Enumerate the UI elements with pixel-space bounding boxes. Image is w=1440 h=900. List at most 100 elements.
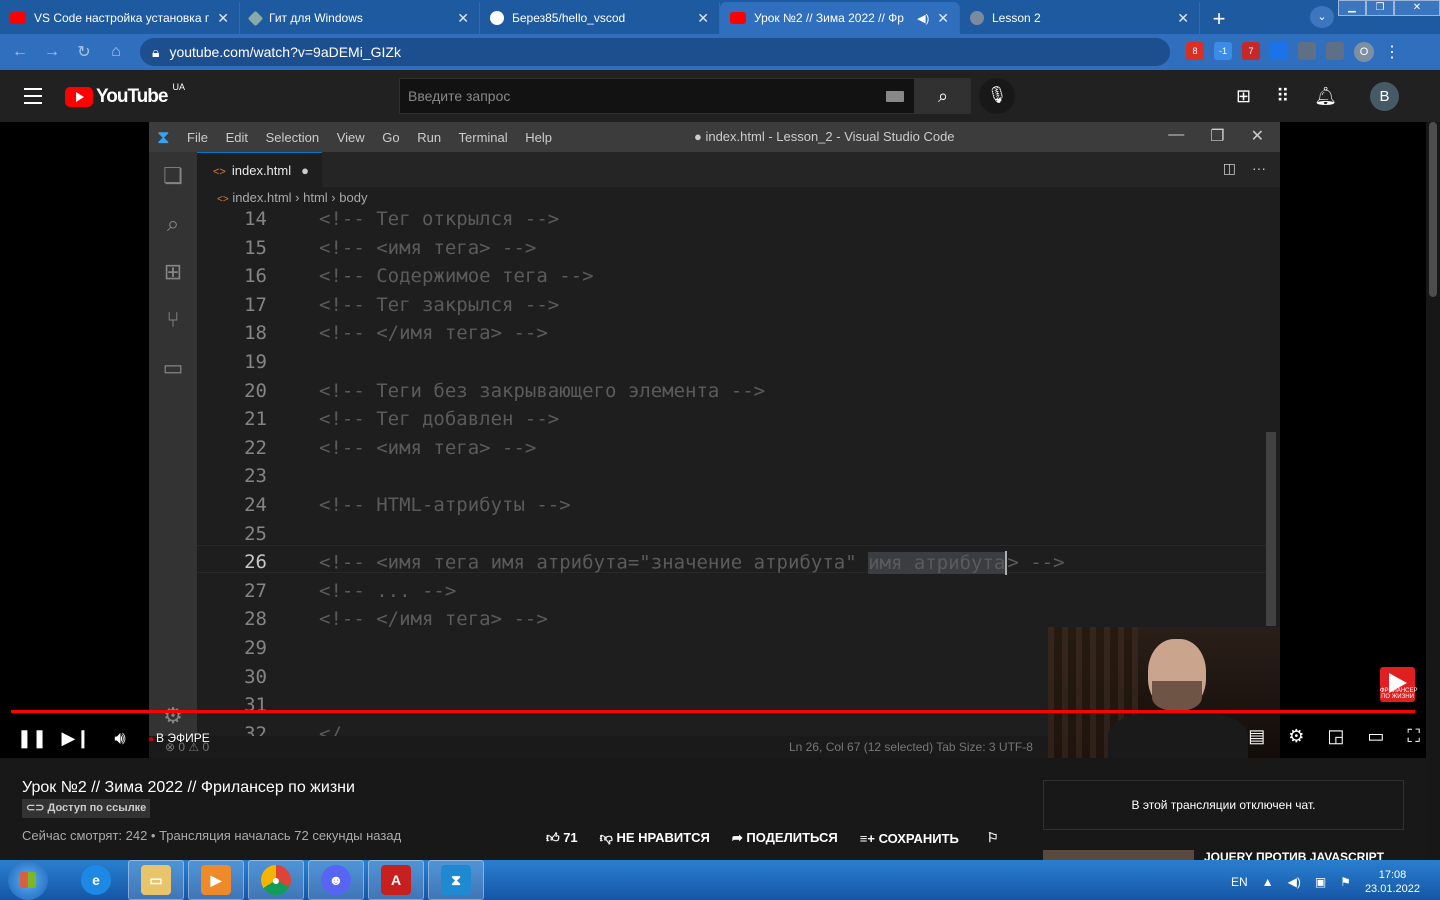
video-player[interactable]: ⧗ File Edit Selection View Go Run Termin…: [0, 122, 1426, 758]
code-line: <!-- <имя тега> -->: [319, 436, 537, 459]
save-button[interactable]: ≡+ СОХРАНИТЬ: [860, 831, 959, 846]
line-number: 23: [244, 465, 267, 488]
window-controls: ▁ ❐ ✕: [1338, 0, 1440, 16]
new-tab-button[interactable]: +: [1204, 4, 1234, 34]
lock-icon[interactable]: 🔒︎: [152, 44, 159, 61]
internet-explorer-icon: e: [81, 865, 111, 895]
progress-bar[interactable]: [11, 710, 1415, 713]
share-button[interactable]: ➦ ПОДЕЛИТЬСЯ: [732, 830, 838, 846]
minimize-icon[interactable]: ▁: [1338, 0, 1366, 16]
vscode-icon: ⧗: [441, 865, 471, 895]
close-tab-icon[interactable]: ✕: [937, 10, 949, 27]
close-tab-icon[interactable]: ✕: [697, 10, 709, 27]
browser-tab[interactable]: Берез85/hello_vscod ✕: [480, 2, 720, 34]
reload-icon[interactable]: ↻: [74, 42, 94, 62]
taskbar-media[interactable]: ▶: [188, 860, 244, 900]
system-tray: EN ▲ ◀) ▣ ⚑ 17:08 23.01.2022: [1231, 868, 1420, 896]
create-video-icon[interactable]: ⊞: [1236, 86, 1251, 107]
page-scrollbar[interactable]: [1426, 122, 1440, 860]
code-line: <!-- ... -->: [319, 579, 457, 602]
subtitles-icon[interactable]: ▤: [1248, 726, 1265, 747]
browser-tab-active[interactable]: Урок №2 // Зима 2022 // Фр ◀) ✕: [720, 2, 960, 34]
speaker-icon[interactable]: ◀): [917, 12, 929, 25]
menu-icon[interactable]: [24, 88, 42, 109]
taskbar-vscode[interactable]: ⧗: [428, 860, 484, 900]
notifications-bell-icon[interactable]: 🔔︎: [1314, 86, 1337, 107]
reading-list-icon[interactable]: [1326, 42, 1344, 60]
url-bar[interactable]: 🔒︎ youtube.com/watch?v=9aDEMi_GIZk ⇩ ⊖ ⇪…: [140, 38, 1170, 126]
home-icon[interactable]: ⌂: [106, 43, 126, 61]
puzzle-icon[interactable]: [1298, 42, 1316, 60]
taskbar-chrome[interactable]: ●: [248, 860, 304, 900]
browser-tab[interactable]: Lesson 2 ✕: [960, 2, 1200, 34]
like-button[interactable]: 👍︎ 71: [546, 830, 578, 846]
globe-icon: [970, 11, 984, 25]
channel-watermark[interactable]: ФРИЛАНСЕР ПО ЖИЗНИ: [1380, 667, 1418, 702]
chrome-icon: ●: [261, 865, 291, 895]
profile-avatar[interactable]: O: [1354, 42, 1374, 62]
dislike-button[interactable]: 👎︎ НЕ НРАВИТСЯ: [600, 830, 710, 846]
clock[interactable]: 17:08 23.01.2022: [1365, 868, 1420, 896]
shield-icon[interactable]: [1270, 42, 1288, 60]
taskbar-explorer[interactable]: ▭: [128, 860, 184, 900]
start-button[interactable]: [8, 860, 48, 900]
taskbar-discord[interactable]: ☻: [308, 860, 364, 900]
scrollbar-thumb[interactable]: [1429, 122, 1437, 297]
browser-tab[interactable]: Гит для Windows ✕: [240, 2, 480, 34]
volume-tray-icon[interactable]: ◀): [1288, 875, 1301, 889]
pause-icon[interactable]: ❚❚: [10, 728, 54, 749]
apps-grid-icon[interactable]: ⠿: [1276, 86, 1289, 107]
live-label: В ЭФИРЕ: [156, 731, 210, 745]
miniplayer-icon[interactable]: ◲: [1327, 726, 1344, 747]
keyboard-icon[interactable]: [886, 91, 904, 102]
close-tab-icon[interactable]: ✕: [1177, 10, 1189, 27]
search-icon: ⌕: [937, 86, 949, 106]
github-icon: [490, 11, 504, 25]
action-center-flag-icon[interactable]: ⚑: [1340, 875, 1351, 889]
next-icon[interactable]: ▶❙: [54, 728, 98, 749]
forward-icon[interactable]: →: [42, 43, 62, 61]
account-avatar[interactable]: B: [1370, 82, 1399, 111]
theater-mode-icon[interactable]: ▭: [1367, 726, 1384, 747]
restore-icon[interactable]: ❐: [1366, 0, 1394, 16]
volume-icon[interactable]: 🔊︎: [98, 728, 142, 749]
language-indicator[interactable]: EN: [1231, 875, 1248, 889]
kebab-menu-icon[interactable]: ⋮: [1384, 42, 1400, 62]
extensions: 8 -1 7 O ⋮: [1186, 42, 1400, 62]
activity-bar: ❏ ⌕ ⊞ ⑂ ▭ ⚙: [149, 152, 197, 758]
live-dot-icon: ●: [148, 734, 155, 745]
code-line: <!-- </имя тега> -->: [319, 322, 548, 345]
browser-tab[interactable]: VS Code настройка установка п ✕: [0, 2, 240, 34]
extension-icon[interactable]: -1: [1214, 42, 1232, 60]
mail-extension-icon[interactable]: 8: [1186, 42, 1204, 60]
abp-extension-icon[interactable]: 7: [1242, 42, 1260, 60]
save-label: СОХРАНИТЬ: [878, 830, 959, 846]
line-number: 20: [244, 379, 267, 402]
search-button[interactable]: ⌕: [915, 78, 971, 114]
tab-title: VS Code настройка установка п: [34, 11, 210, 25]
line-number: 18: [244, 322, 267, 345]
fullscreen-icon[interactable]: ⛶: [1407, 726, 1420, 747]
html-file-icon: <>: [213, 166, 226, 178]
settings-gear-icon[interactable]: ⚙: [1288, 726, 1304, 747]
related-video-title[interactable]: JQUERY ПРОТИВ JAVASCRIPT: [1204, 850, 1384, 860]
taskbar-ie[interactable]: e: [68, 860, 124, 900]
live-indicator[interactable]: ● В ЭФИРЕ: [148, 731, 210, 745]
close-tab-icon[interactable]: ✕: [457, 10, 469, 27]
code-line: <!-- Содержимое тега -->: [319, 265, 594, 288]
youtube-logo[interactable]: YouTube UA: [65, 82, 185, 108]
network-icon[interactable]: ▣: [1315, 875, 1326, 889]
back-icon[interactable]: ←: [10, 43, 30, 61]
close-tab-icon[interactable]: ✕: [217, 10, 229, 27]
microphone-icon: 🎙︎: [986, 87, 1008, 104]
voice-search-button[interactable]: 🎙︎: [979, 78, 1015, 114]
split-editor-icon: ◫: [1222, 160, 1236, 176]
report-flag-icon[interactable]: ⚐: [987, 830, 999, 846]
extensions-icon: ⊞: [163, 259, 183, 284]
search-input[interactable]: Введите запрос: [399, 78, 915, 114]
tray-expand-icon[interactable]: ▲: [1262, 875, 1274, 889]
close-window-icon[interactable]: ✕: [1394, 0, 1440, 16]
tab-search-icon[interactable]: ⌄: [1310, 6, 1334, 28]
taskbar-acrobat[interactable]: A: [368, 860, 424, 900]
related-thumbnail[interactable]: [1043, 850, 1194, 860]
